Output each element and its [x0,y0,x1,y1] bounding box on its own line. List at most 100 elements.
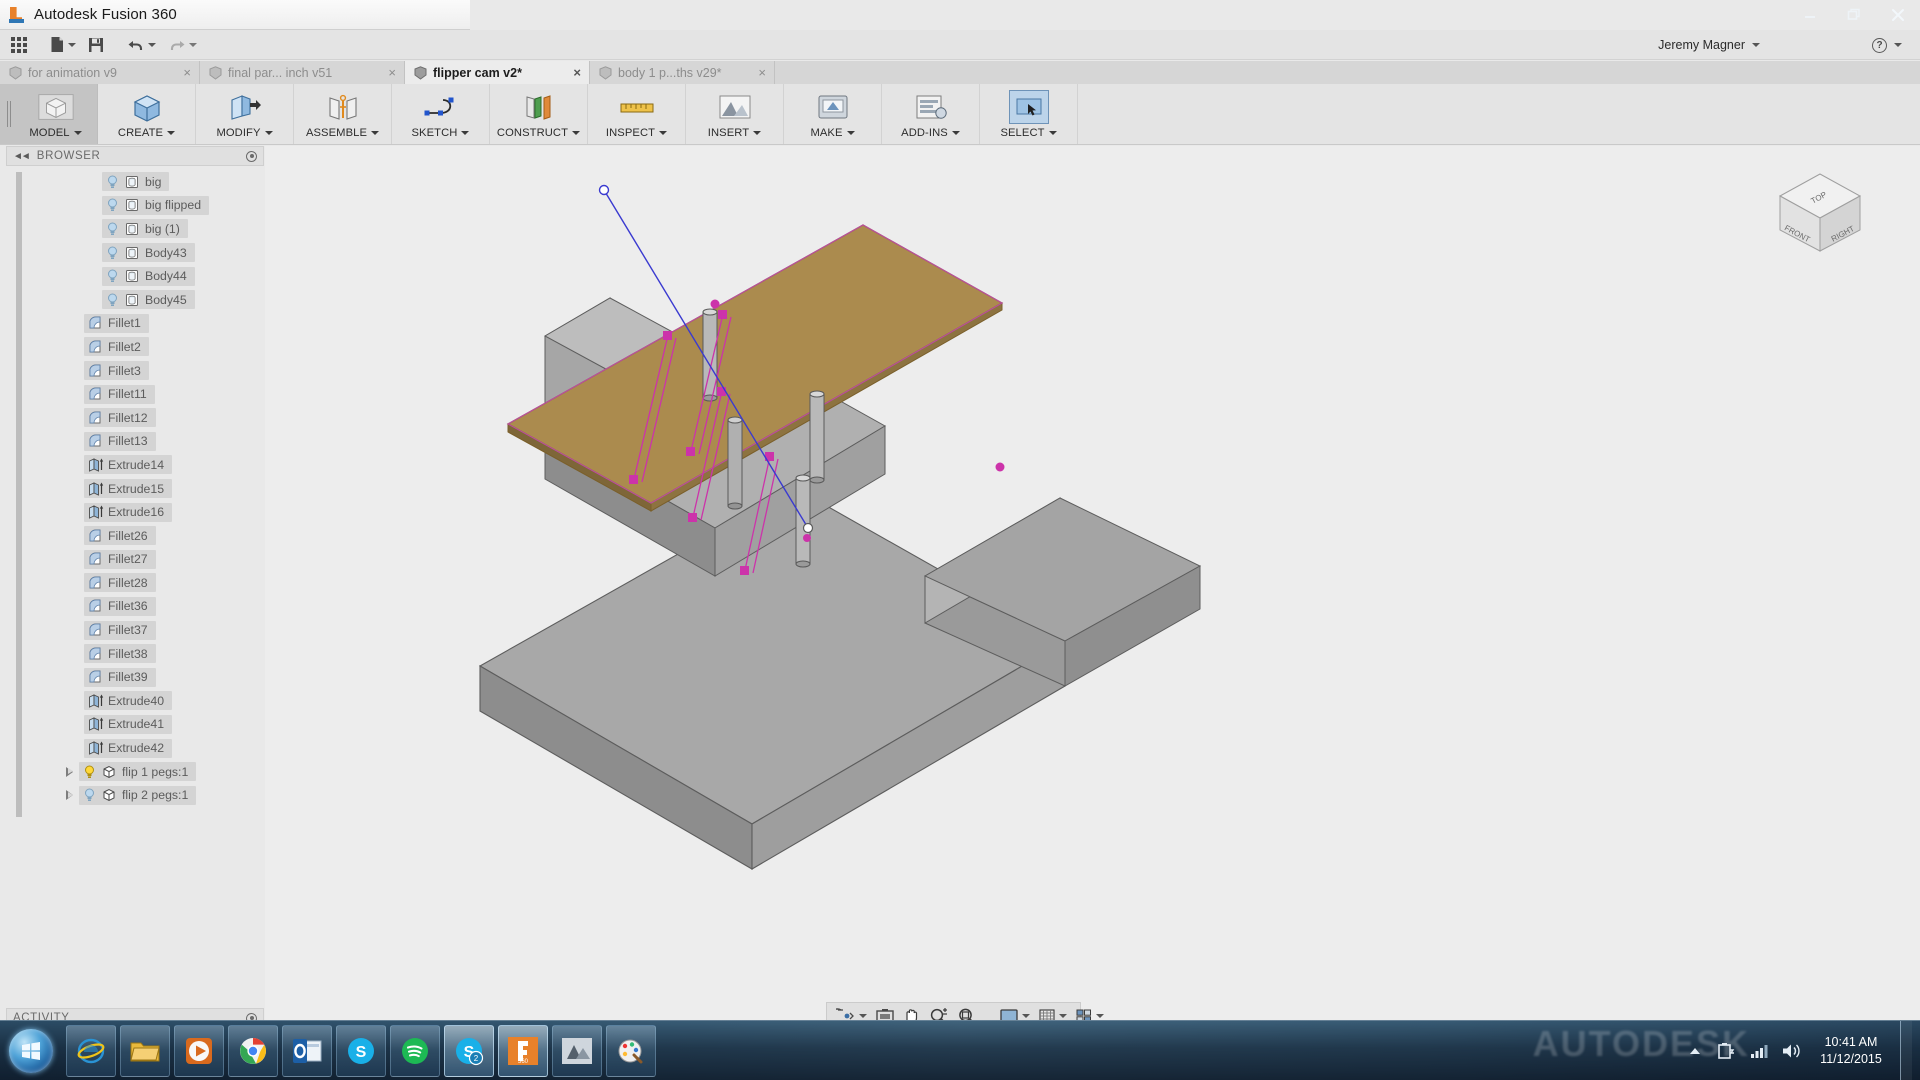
media-player-icon[interactable] [174,1024,224,1077]
visibility-bulb-icon[interactable] [106,222,119,236]
restore-button[interactable] [1832,1,1876,29]
ribbon-tab-construct[interactable]: CONSTRUCT [490,84,588,144]
google-chrome-icon[interactable] [228,1024,278,1077]
chevron-down-icon[interactable] [461,131,470,135]
chevron-down-icon[interactable] [1022,1013,1030,1018]
taskbar-clock[interactable]: 10:41 AM 11/12/2015 [1812,1034,1890,1068]
chevron-down-icon[interactable] [1894,43,1902,47]
close-tab-icon[interactable]: × [744,65,766,80]
show-desktop-button[interactable] [1900,1021,1912,1080]
workspace-switcher-model[interactable]: MODEL [14,84,98,144]
outlook-icon[interactable] [282,1024,332,1077]
tree-item-extrude40[interactable]: Extrude40 [6,689,264,713]
chevron-down-icon[interactable] [659,131,668,135]
tree-item-big[interactable]: big [6,170,264,194]
tree-item-fillet12[interactable]: Fillet12 [6,406,264,430]
chevron-down-icon[interactable] [859,1013,867,1018]
start-button[interactable] [0,1022,62,1080]
save-icon[interactable] [83,32,109,58]
tree-item-fillet26[interactable]: Fillet26 [6,524,264,548]
help-icon[interactable]: ? [1872,37,1887,53]
undo-icon[interactable] [122,32,161,58]
chevron-down-icon[interactable] [148,42,156,47]
meshmixer-icon[interactable] [552,1024,602,1077]
ribbon-tab-select[interactable]: SELECT [980,84,1078,144]
ribbon-tab-create[interactable]: CREATE [98,84,196,144]
show-hidden-icons-icon[interactable] [1684,1040,1706,1062]
close-tab-icon[interactable]: × [559,65,581,80]
tree-item-fillet39[interactable]: Fillet39 [6,665,264,689]
paint-icon[interactable] [606,1024,656,1077]
internet-explorer-icon[interactable] [66,1024,116,1077]
tree-item-body45[interactable]: Body45 [6,288,264,312]
apps-grid-icon[interactable] [6,32,32,58]
tree-item-extrude14[interactable]: Extrude14 [6,453,264,477]
chevron-down-icon[interactable] [1048,131,1057,135]
chevron-down-icon[interactable] [167,131,176,135]
chevron-down-icon[interactable] [753,131,762,135]
ribbon-tab-assemble[interactable]: ASSEMBLE [294,84,392,144]
network-signal-icon[interactable] [1748,1040,1770,1062]
visibility-bulb-icon[interactable] [106,246,119,260]
tree-item-body44[interactable]: Body44 [6,264,264,288]
chevron-down-icon[interactable] [951,131,960,135]
visibility-bulb-icon[interactable] [106,198,119,212]
ribbon-tab-insert[interactable]: INSERT [686,84,784,144]
tree-item-fillet1[interactable]: Fillet1 [6,312,264,336]
new-document-icon[interactable] [45,32,81,58]
tree-item-flip-1-pegs-1[interactable]: flip 1 pegs:1 [6,760,264,784]
ribbon-tab-make[interactable]: MAKE [784,84,882,144]
skype-2-icon[interactable]: S 2 [444,1024,494,1077]
chevron-down-icon[interactable] [189,42,197,47]
tree-scrollbar[interactable] [16,172,22,817]
panel-options-icon[interactable] [246,150,257,162]
tree-item-fillet27[interactable]: Fillet27 [6,548,264,572]
tree-item-extrude41[interactable]: Extrude41 [6,713,264,737]
help-menu[interactable]: ? [1872,30,1902,60]
visibility-bulb-icon[interactable] [106,269,119,283]
tree-item-fillet2[interactable]: Fillet2 [6,335,264,359]
collapse-left-icon[interactable]: ◄◄ [13,151,31,162]
volume-icon[interactable] [1780,1040,1802,1062]
chevron-down-icon[interactable] [371,131,380,135]
view-cube[interactable]: TOP FRONT RIGHT [1762,156,1882,266]
spotify-icon[interactable] [390,1024,440,1077]
close-button[interactable] [1876,1,1920,29]
tree-item-fillet37[interactable]: Fillet37 [6,618,264,642]
chevron-down-icon[interactable] [846,131,855,135]
document-tab-1[interactable]: final par... inch v51 × [200,61,405,84]
document-tab-2[interactable]: flipper cam v2* × [405,61,590,84]
tree-item-body43[interactable]: Body43 [6,241,264,265]
close-tab-icon[interactable]: × [374,65,396,80]
visibility-bulb-icon[interactable] [106,293,119,307]
tree-item-big-flipped[interactable]: big flipped [6,194,264,218]
ribbon-grip[interactable] [0,84,14,144]
ribbon-tab-inspect[interactable]: INSPECT [588,84,686,144]
tree-item-fillet28[interactable]: Fillet28 [6,571,264,595]
visibility-bulb-icon[interactable] [83,788,96,802]
expand-arrow-icon[interactable] [66,766,73,777]
ribbon-tab-addins[interactable]: ADD-INS [882,84,980,144]
tree-item-extrude15[interactable]: Extrude15 [6,477,264,501]
minimize-button[interactable] [1788,1,1832,29]
redo-icon[interactable] [163,32,202,58]
3d-viewport[interactable]: TOP FRONT RIGHT [265,146,1920,1020]
chevron-down-icon[interactable] [572,131,581,135]
tree-item-fillet11[interactable]: Fillet11 [6,382,264,406]
tree-item-extrude42[interactable]: Extrude42 [6,736,264,760]
tree-item-fillet36[interactable]: Fillet36 [6,595,264,619]
browser-tree[interactable]: big big flipped big (1) Body43 Body44 Body45 F… [6,170,264,825]
ribbon-tab-sketch[interactable]: SKETCH [392,84,490,144]
visibility-bulb-icon[interactable] [106,175,119,189]
expand-arrow-icon[interactable] [66,790,73,801]
chevron-down-icon[interactable] [68,42,76,47]
visibility-bulb-icon[interactable] [83,765,96,779]
chevron-down-icon[interactable] [1059,1013,1067,1018]
tree-item-fillet3[interactable]: Fillet3 [6,359,264,383]
tree-item-fillet38[interactable]: Fillet38 [6,642,264,666]
document-tab-3[interactable]: body 1 p...ths v29* × [590,61,775,84]
chevron-down-icon[interactable] [1096,1013,1104,1018]
tree-item-flip-2-pegs-1[interactable]: flip 2 pegs:1 [6,783,264,807]
skype-icon[interactable]: S [336,1024,386,1077]
chevron-down-icon[interactable] [1752,43,1760,47]
